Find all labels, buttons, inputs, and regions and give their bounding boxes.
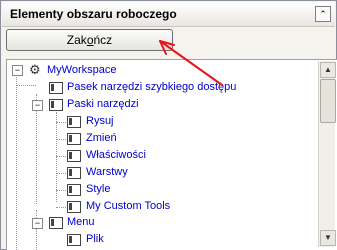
gear-icon: ⚙ — [29, 62, 41, 77]
scroll-down-icon[interactable]: ▼ — [320, 230, 336, 246]
tree-item-toolbar[interactable]: My Custom Tools — [86, 198, 170, 214]
expand-toggle-toolbars[interactable]: − — [32, 100, 43, 111]
toolbars-icon — [49, 99, 63, 111]
expand-toggle-menu[interactable]: − — [32, 218, 43, 229]
tree-item-toolbar[interactable]: Rysuj — [86, 113, 114, 129]
tree-scrollbar[interactable]: ▲ ▼ — [318, 61, 336, 247]
finish-button[interactable]: Zakończ — [6, 29, 173, 51]
collapse-icon[interactable]: ⌃ — [315, 6, 331, 22]
menu-icon — [49, 217, 63, 229]
toolbar-icon — [49, 82, 63, 94]
panel-header: Elementy obszaru roboczego ⌃ — [2, 2, 335, 27]
tree-item-toolbar[interactable]: Właściwości — [86, 147, 146, 163]
menu-item-icon — [67, 234, 81, 246]
tree-item-toolbar[interactable]: Zmień — [86, 130, 117, 146]
tree-item-toolbar[interactable]: Warstwy — [86, 164, 128, 180]
panel-title: Elementy obszaru roboczego — [10, 7, 177, 21]
tree-item-quick-access[interactable]: Pasek narzędzi szybkiego dostępu — [67, 79, 236, 95]
toolbar-icon — [67, 150, 81, 162]
finish-button-label-part2: ńcz — [93, 33, 113, 47]
tree-item-toolbar[interactable]: Style — [86, 181, 110, 197]
scroll-thumb[interactable] — [320, 79, 336, 123]
toolbar-icon — [67, 184, 81, 196]
tree-item-toolbars[interactable]: Paski narzędzi — [67, 96, 139, 112]
workspace-tree[interactable]: − ⚙ MyWorkspace Pasek narzędzi szybkiego… — [6, 59, 337, 250]
finish-button-mnemonic: o — [86, 33, 94, 47]
workspace-elements-panel: Elementy obszaru roboczego ⌃ Zakończ − ⚙… — [0, 0, 337, 250]
tree-item-menu[interactable]: Menu — [67, 214, 95, 230]
toolbar-icon — [67, 201, 81, 213]
toolbar-icon — [67, 133, 81, 145]
toolbar-icon — [67, 167, 81, 179]
scroll-up-icon[interactable]: ▲ — [320, 62, 336, 78]
tree-item-menu-entry[interactable]: Plik — [86, 231, 104, 247]
finish-button-label-part1: Zak — [66, 33, 87, 47]
tree-item-myworkspace[interactable]: MyWorkspace — [47, 62, 116, 78]
toolbar-icon — [67, 116, 81, 128]
expand-toggle-root[interactable]: − — [12, 65, 23, 76]
